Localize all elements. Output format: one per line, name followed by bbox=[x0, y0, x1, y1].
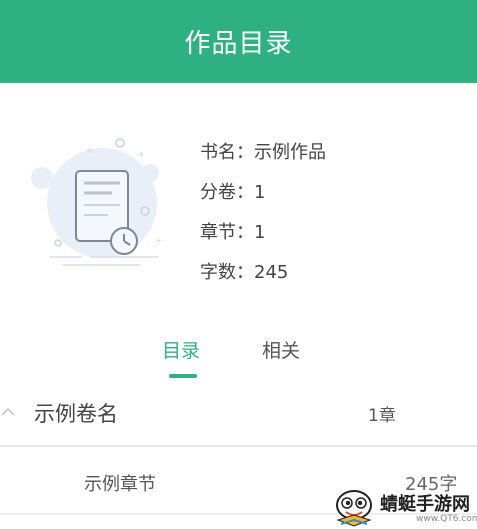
volume-count-label: 分卷： bbox=[200, 182, 254, 203]
tab-catalog[interactable]: 目录 bbox=[162, 336, 200, 363]
watermark: 蜻蜓手游网 www.QT6.com bbox=[330, 485, 477, 529]
page-title: 作品目录 bbox=[184, 29, 293, 59]
volume-count-value: 1 bbox=[254, 182, 266, 203]
volume-count-row: 分卷：1 bbox=[200, 178, 326, 218]
chapter-count-row: 章节：1 bbox=[200, 218, 326, 258]
book-title-row: 书名：示例作品 bbox=[200, 138, 326, 178]
volume-row[interactable]: 示例卷名 1章 bbox=[0, 384, 477, 442]
book-title-value: 示例作品 bbox=[254, 142, 326, 163]
svg-text:+: + bbox=[155, 236, 162, 245]
chapter-name: 示例章节 bbox=[84, 474, 156, 495]
tab-related[interactable]: 相关 bbox=[262, 336, 300, 363]
chapter-count-value: 1 bbox=[254, 222, 266, 243]
book-info-section: + + + 书名：示例作品 分卷：1 章节：1 字数：245 bbox=[0, 83, 477, 323]
svg-text:+: + bbox=[86, 146, 94, 156]
chapter-count-label: 章节： bbox=[200, 222, 254, 243]
volume-name: 示例卷名 bbox=[34, 402, 118, 426]
divider bbox=[0, 445, 477, 447]
watermark-url: www.QT6.com bbox=[416, 514, 477, 524]
chevron-up-icon[interactable] bbox=[0, 405, 16, 419]
app-header: 作品目录 bbox=[0, 0, 477, 83]
tab-bar: 目录 相关 bbox=[0, 336, 477, 380]
watermark-title: 蜻蜓手游网 bbox=[380, 494, 470, 515]
volume-chapter-count: 1章 bbox=[368, 406, 396, 426]
book-title-label: 书名： bbox=[200, 142, 254, 163]
dragonfly-mascot-logo bbox=[336, 490, 372, 527]
word-count-row: 字数：245 bbox=[200, 258, 326, 298]
word-count-label: 字数： bbox=[200, 262, 254, 283]
book-info-list: 书名：示例作品 分卷：1 章节：1 字数：245 bbox=[200, 138, 326, 298]
document-clock-illustration: + + + bbox=[31, 138, 162, 266]
word-count-value: 245 bbox=[254, 262, 289, 283]
svg-text:+: + bbox=[138, 150, 145, 159]
active-tab-indicator bbox=[169, 374, 197, 378]
